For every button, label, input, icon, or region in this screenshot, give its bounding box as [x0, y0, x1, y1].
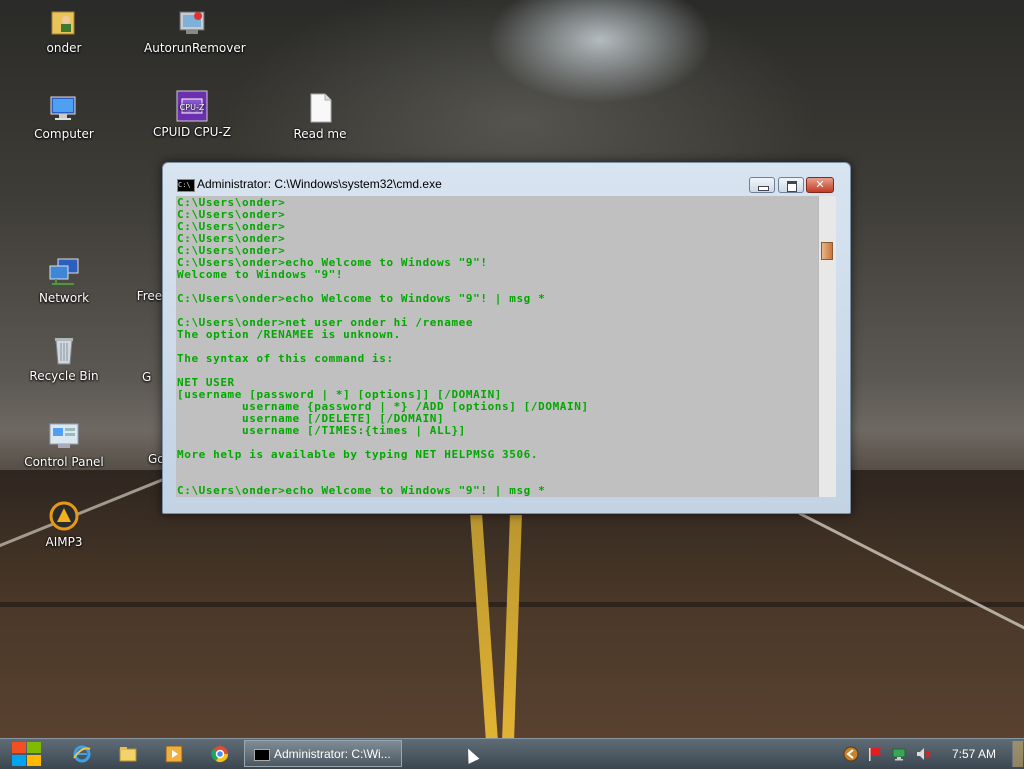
minimize-icon — [758, 186, 769, 191]
console-text: C:\Users\onder> C:\Users\onder> C:\Users… — [176, 196, 818, 497]
desktop-icon-cpuz[interactable]: CPU-Z CPUID CPU-Z — [144, 90, 240, 139]
desktop-icon-computer[interactable]: Computer — [16, 92, 112, 141]
window-titlebar[interactable]: C:\ Administrator: C:\Windows\system32\c… — [163, 163, 850, 195]
desktop-icon-label: Read me — [293, 127, 347, 141]
desktop-icon-recycle-bin[interactable]: Recycle Bin — [16, 334, 112, 383]
minimize-button[interactable] — [749, 177, 775, 193]
taskbar-item-label: Administrator: C:\Wi... — [274, 747, 391, 761]
desktop-icon-aimp3[interactable]: AIMP3 — [16, 500, 112, 549]
media-player-icon[interactable] — [164, 744, 184, 764]
vertical-scrollbar[interactable] — [818, 196, 836, 497]
aimp3-icon — [48, 500, 80, 532]
user-folder-icon — [48, 6, 80, 38]
text-file-icon — [304, 92, 336, 124]
taskbar: Administrator: C:\Wi... 7:57 AM — [0, 738, 1024, 769]
console-output[interactable]: C:\Users\onder> C:\Users\onder> C:\Users… — [176, 196, 818, 497]
desktop-icon-label: AutorunRemover — [144, 41, 246, 55]
maximize-button[interactable] — [778, 177, 804, 193]
desktop-icon-label: onder — [46, 41, 82, 55]
desktop-icon-label: Recycle Bin — [29, 369, 99, 383]
window-title: Administrator: C:\Windows\system32\cmd.e… — [197, 177, 442, 191]
network-tray-icon[interactable] — [891, 746, 907, 762]
close-button[interactable]: ✕ — [806, 177, 834, 193]
autorun-remover-icon — [176, 6, 208, 38]
recycle-bin-icon — [48, 334, 80, 366]
taskbar-item-cmd[interactable]: Administrator: C:\Wi... — [244, 740, 402, 767]
console-line: username [/TIMES:{times | ALL}] — [177, 424, 466, 437]
file-explorer-icon[interactable] — [118, 744, 138, 764]
chrome-icon[interactable] — [210, 744, 230, 764]
console-line: Welcome to Windows "9"! — [177, 268, 344, 281]
cmd-window[interactable]: C:\ Administrator: C:\Windows\system32\c… — [162, 162, 851, 514]
volume-muted-icon[interactable] — [915, 746, 931, 762]
computer-icon — [48, 92, 80, 124]
console-line: The option /RENAMEE is unknown. — [177, 328, 401, 341]
svg-text:CPU-Z: CPU-Z — [180, 103, 205, 112]
desktop-icon-label: Network — [38, 291, 90, 305]
desktop-icon-autorunremover[interactable]: AutorunRemover — [144, 6, 246, 55]
flag-icon[interactable] — [867, 746, 883, 762]
console-line: C:\Users\onder>echo Welcome to Windows "… — [177, 484, 546, 497]
desktop-icon-label: G — [142, 370, 152, 384]
show-desktop-button[interactable] — [1012, 741, 1023, 767]
desktop-icon-onder[interactable]: onder — [16, 6, 112, 55]
console-line: The syntax of this command is: — [177, 352, 394, 365]
close-icon: ✕ — [815, 178, 825, 191]
desktop-icon-network[interactable]: Network — [16, 256, 112, 305]
internet-explorer-icon[interactable] — [72, 744, 92, 764]
desktop-icon-label: Control Panel — [24, 455, 104, 469]
console-line: C:\Users\onder>echo Welcome to Windows "… — [177, 292, 546, 305]
network-icon — [48, 256, 80, 288]
clock[interactable]: 7:57 AM — [952, 747, 996, 761]
desktop-icon-label: Computer — [34, 127, 94, 141]
desktop-icon-control-panel[interactable]: Control Panel — [16, 420, 112, 469]
desktop-icon-label: AIMP3 — [45, 535, 83, 549]
console-line: More help is available by typing NET HEL… — [177, 448, 539, 461]
start-button[interactable] — [10, 741, 44, 767]
cpuz-icon: CPU-Z — [176, 90, 208, 122]
scrollbar-thumb[interactable] — [821, 242, 833, 260]
desktop-icon-read-me[interactable]: Read me — [272, 92, 368, 141]
cmd-icon: C:\ — [177, 179, 195, 192]
desktop-icon-g[interactable]: G — [142, 334, 162, 384]
control-panel-icon — [48, 420, 80, 452]
desktop-icon-label: CPUID CPU-Z — [153, 125, 231, 139]
cmd-icon — [254, 749, 270, 761]
aimp-tray-icon[interactable] — [843, 746, 859, 762]
maximize-icon — [787, 181, 797, 192]
